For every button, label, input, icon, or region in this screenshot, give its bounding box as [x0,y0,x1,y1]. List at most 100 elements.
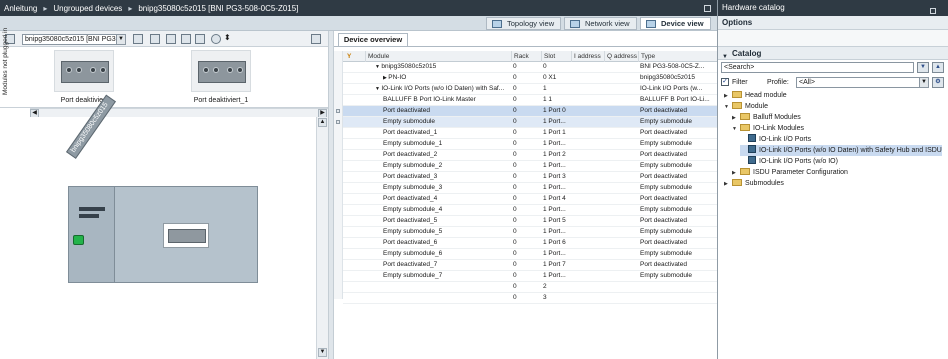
catalog-section-header[interactable]: ▼ Catalog [718,46,948,60]
module-icon [748,145,756,153]
panel-toggle-icon[interactable] [311,34,321,44]
table-row[interactable]: Empty submodule_1 0 1 Port... Empty submodu… [343,139,717,150]
search-up-icon[interactable]: ▲ [932,62,944,73]
catalog-tree-item[interactable]: IO-Link I/O Ports [740,134,811,145]
tab-topology-view[interactable]: Topology view [486,17,562,30]
table-row[interactable]: Empty submodule 0 1 Port... Empty submodule [343,117,717,128]
table-row[interactable]: Empty submodule_6 0 1 Port... Empty submodu… [343,249,717,260]
col-q-address[interactable]: Q address [604,51,638,62]
edit-icon[interactable] [166,34,176,44]
col-slot[interactable]: Slot [541,51,571,62]
tab-label: Topology view [507,19,555,28]
cell-type: Port deactivated [640,195,687,202]
catalog-search-input[interactable]: <Search> [721,62,914,73]
breadcrumb-device[interactable]: bnipg35080c5z015 [BNI PG3-508-0C5-Z015] [138,4,298,13]
cell-module-text: PN-IO [388,74,407,81]
catalog-tree-item[interactable]: ▶ Submodules [724,178,784,189]
catalog-tree-item[interactable]: ▼ Module [724,101,768,112]
table-row[interactable]: Empty submodule_4 0 1 Port... Empty submodu… [343,205,717,216]
table-row[interactable]: ▶ PN-IO 0 0 X1 bnipg35080c5z015 [343,73,717,84]
table-row[interactable]: 03 [343,293,717,304]
device-rack[interactable] [68,186,258,283]
chevron-down-icon[interactable]: ▼ [116,35,125,44]
topology-icon [492,20,502,28]
catalog-tree-item[interactable]: ▼ IO-Link Modules [732,123,804,134]
table-row[interactable]: Empty submodule_2 0 1 Port... Empty submodu… [343,161,717,172]
table-row[interactable]: Port deactivated_5 0 1 Port 5 Port deactiva… [343,216,717,227]
table-row[interactable]: Port deactivated_7 0 1 Port 7 Port deactiva… [343,260,717,271]
options-section-header[interactable]: Options [718,16,948,30]
expand-icon[interactable]: ▶ [724,179,732,190]
catalog-tree-item[interactable]: ▶ Head module [724,90,787,101]
close-editor-icon[interactable] [704,4,711,12]
col-type[interactable]: Type [638,51,717,62]
device-select[interactable]: bnipg35080c5z015 [BNI PG3- ▼ [22,34,126,45]
head-module[interactable] [69,187,115,282]
zoom-icon[interactable] [211,34,221,44]
catalog-tree-item[interactable]: IO-Link I/O Ports (w/o IO) [740,156,838,167]
breadcrumb-separator: ▸ [128,3,133,13]
table-row[interactable]: Empty submodule_5 0 1 Port... Empty submodu… [343,227,717,238]
table-row[interactable]: Port deactivated_3 0 1 Port 3 Port deactiva… [343,172,717,183]
profile-settings-icon[interactable]: ⚙ [932,77,944,88]
properties-icon[interactable] [133,34,143,44]
table-row[interactable]: BALLUFF B Port IO-Link Master 0 1 1 BALLUFF… [343,95,717,106]
filter-checkbox[interactable]: ✓ [721,78,729,86]
table-row[interactable]: Port deactivated_4 0 1 Port 4 Port deactiva… [343,194,717,205]
grid-icon[interactable] [150,34,160,44]
catalog-tree-item[interactable]: ▶ ISDU Parameter Configuration [732,167,848,178]
col-rack[interactable]: Rack [511,51,541,62]
cell-slot: 1 Port 7 [543,261,566,268]
tab-device-overview[interactable]: Device overview [338,33,408,46]
table-row[interactable]: 02 [343,282,717,293]
minimize-icon[interactable] [930,8,936,14]
plugged-module[interactable] [163,223,209,248]
cell-module-text: Empty submodule_6 [383,250,443,257]
table-row[interactable]: Empty submodule_7 0 1 Port... Empty submodu… [343,271,717,282]
cell-type: Port deactivated [640,107,687,114]
cell-module: Port deactivated_7 [381,260,511,270]
catalog-tree-label: IO-Link I/O Ports (w/o IO) [759,158,838,165]
tab-device-view[interactable]: Device view [640,17,711,30]
col-i-address[interactable]: I address [571,51,604,62]
filter-label: Filter [732,79,748,86]
col-module[interactable]: Module [365,51,511,62]
table-row[interactable]: Empty submodule_3 0 1 Port... Empty submodu… [343,183,717,194]
cell-slot: 1 Port 1 [543,129,566,136]
table-header: Y Module Rack Slot I address Q address T… [343,51,717,62]
catalog-tree-item[interactable]: ▶ Balluff Modules [732,112,801,123]
cell-module [381,282,511,292]
cell-type: Empty submodule [640,272,693,279]
filter-icon[interactable]: Y [345,51,359,62]
table-icon[interactable] [195,34,205,44]
collapse-icon[interactable]: ▼ [724,102,732,113]
table-row[interactable]: Port deactivated_2 0 1 Port 2 Port deactiva… [343,150,717,161]
tab-network-view[interactable]: Network view [564,17,637,30]
search-down-icon[interactable]: ▼ [917,62,929,73]
table-row[interactable]: Port deactivated_6 0 1 Port 6 Port deactiva… [343,238,717,249]
cell-rack: 0 [513,228,517,235]
profile-label: Profile: [767,79,789,86]
list-icon[interactable] [181,34,191,44]
tab-underline [334,46,717,50]
scroll-down-icon[interactable]: ▼ [318,348,327,357]
table-row[interactable]: ▼ IO-Link I/O Ports (w/o IO Daten) with … [343,84,717,95]
scroll-up-icon[interactable]: ▲ [318,118,327,127]
table-row[interactable]: Port deactivated 0 1 Port 0 Port deactivate… [343,106,717,117]
profile-select[interactable]: <All> ▼ [796,77,929,88]
canvas-vertical-scrollbar[interactable]: ▲ ▼ [316,117,328,359]
chevron-down-icon[interactable]: ▼ [919,78,928,87]
catalog-tree-item[interactable]: IO-Link I/O Ports (w/o IO Daten) with Sa… [740,145,942,156]
catalog-tree-label: IO-Link I/O Ports (w/o IO Daten) with Sa… [759,147,942,154]
horizontal-scrollbar[interactable]: ◀ ▶ [30,108,328,118]
table-row[interactable]: ▼ bnipg35080c5z015 0 0 BNI PG3-508-0C5-Z... [343,62,717,73]
table-row[interactable]: Port deactivated_1 0 1 Port 1 Port deactiva… [343,128,717,139]
breadcrumb-project[interactable]: Anleitung [4,4,37,13]
module-card[interactable] [54,50,114,92]
module-thumbnail [198,61,246,83]
breadcrumb-group[interactable]: Ungrouped devices [53,4,122,13]
module-card[interactable] [191,50,251,92]
collapse-icon[interactable]: ▼ [732,124,740,135]
zoom-dropdown-icon[interactable]: ⬍ [224,33,234,43]
cell-slot: 1 Port 4 [543,195,566,202]
